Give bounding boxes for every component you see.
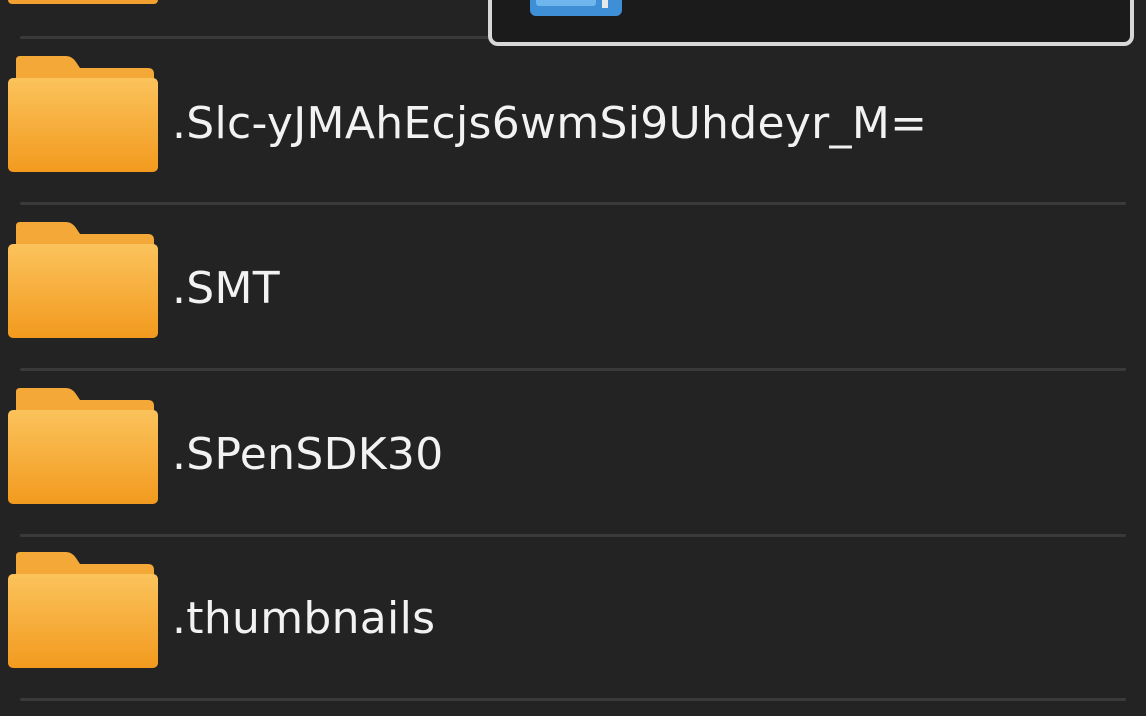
folder-name: .thumbnails: [172, 593, 436, 644]
folder-icon: [6, 552, 160, 670]
list-item[interactable]: .SMT: [0, 206, 1146, 372]
list-item[interactable]: .thumbnails: [0, 538, 1146, 704]
app-icon[interactable]: [530, 0, 622, 18]
file-browser-screen: .Slc-yJMAhEcjs6wmSi9Uhdeyr_M= .SMT .SPen…: [0, 0, 1146, 716]
popup-dialog[interactable]: [488, 0, 1134, 46]
divider: [20, 368, 1126, 371]
divider: [20, 698, 1126, 701]
divider: [20, 534, 1126, 537]
divider: [20, 202, 1126, 205]
folder-icon: [6, 56, 160, 174]
folder-name: .Slc-yJMAhEcjs6wmSi9Uhdeyr_M=: [172, 98, 928, 149]
list-item[interactable]: .SPenSDK30: [0, 372, 1146, 538]
folder-icon: [6, 222, 160, 340]
list-item[interactable]: .Slc-yJMAhEcjs6wmSi9Uhdeyr_M=: [0, 40, 1146, 206]
folder-icon: [6, 388, 160, 506]
file-list: .Slc-yJMAhEcjs6wmSi9Uhdeyr_M= .SMT .SPen…: [0, 0, 1146, 716]
folder-name: .SPenSDK30: [172, 429, 444, 480]
folder-name: .SMT: [172, 263, 280, 314]
